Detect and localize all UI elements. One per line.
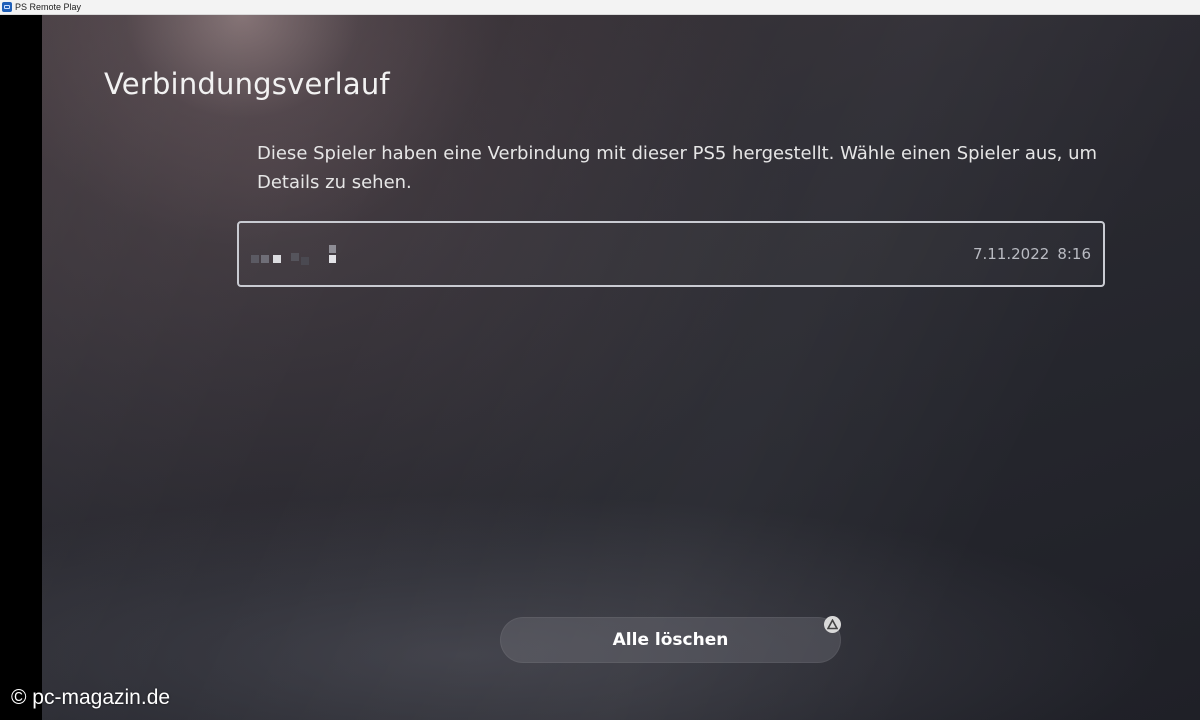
page-description: Diese Spieler haben eine Verbindung mit … bbox=[257, 143, 1098, 193]
ps5-screen: Verbindungsverlauf Diese Spieler haben e… bbox=[42, 15, 1200, 720]
connection-timestamp: 7.11.2022 8:16 bbox=[973, 245, 1091, 263]
player-name-pixelated bbox=[251, 245, 351, 265]
clear-all-button[interactable]: Alle löschen bbox=[500, 617, 841, 663]
connection-date: 7.11.2022 bbox=[972, 245, 1050, 263]
letterbox-bar bbox=[0, 15, 42, 720]
ps-remote-play-app-icon bbox=[2, 2, 12, 12]
window-titlebar: PS Remote Play bbox=[0, 0, 1200, 15]
connection-history-item[interactable]: 7.11.2022 8:16 bbox=[237, 221, 1105, 287]
remote-play-window: PS Remote Play Verbindungsverlauf Diese … bbox=[0, 0, 1200, 720]
page-title: Verbindungsverlauf bbox=[104, 67, 390, 101]
connection-time: 8:16 bbox=[1057, 245, 1091, 263]
triangle-button-icon bbox=[824, 616, 841, 633]
window-title: PS Remote Play bbox=[15, 2, 82, 12]
watermark: © pc-magazin.de bbox=[11, 686, 171, 709]
